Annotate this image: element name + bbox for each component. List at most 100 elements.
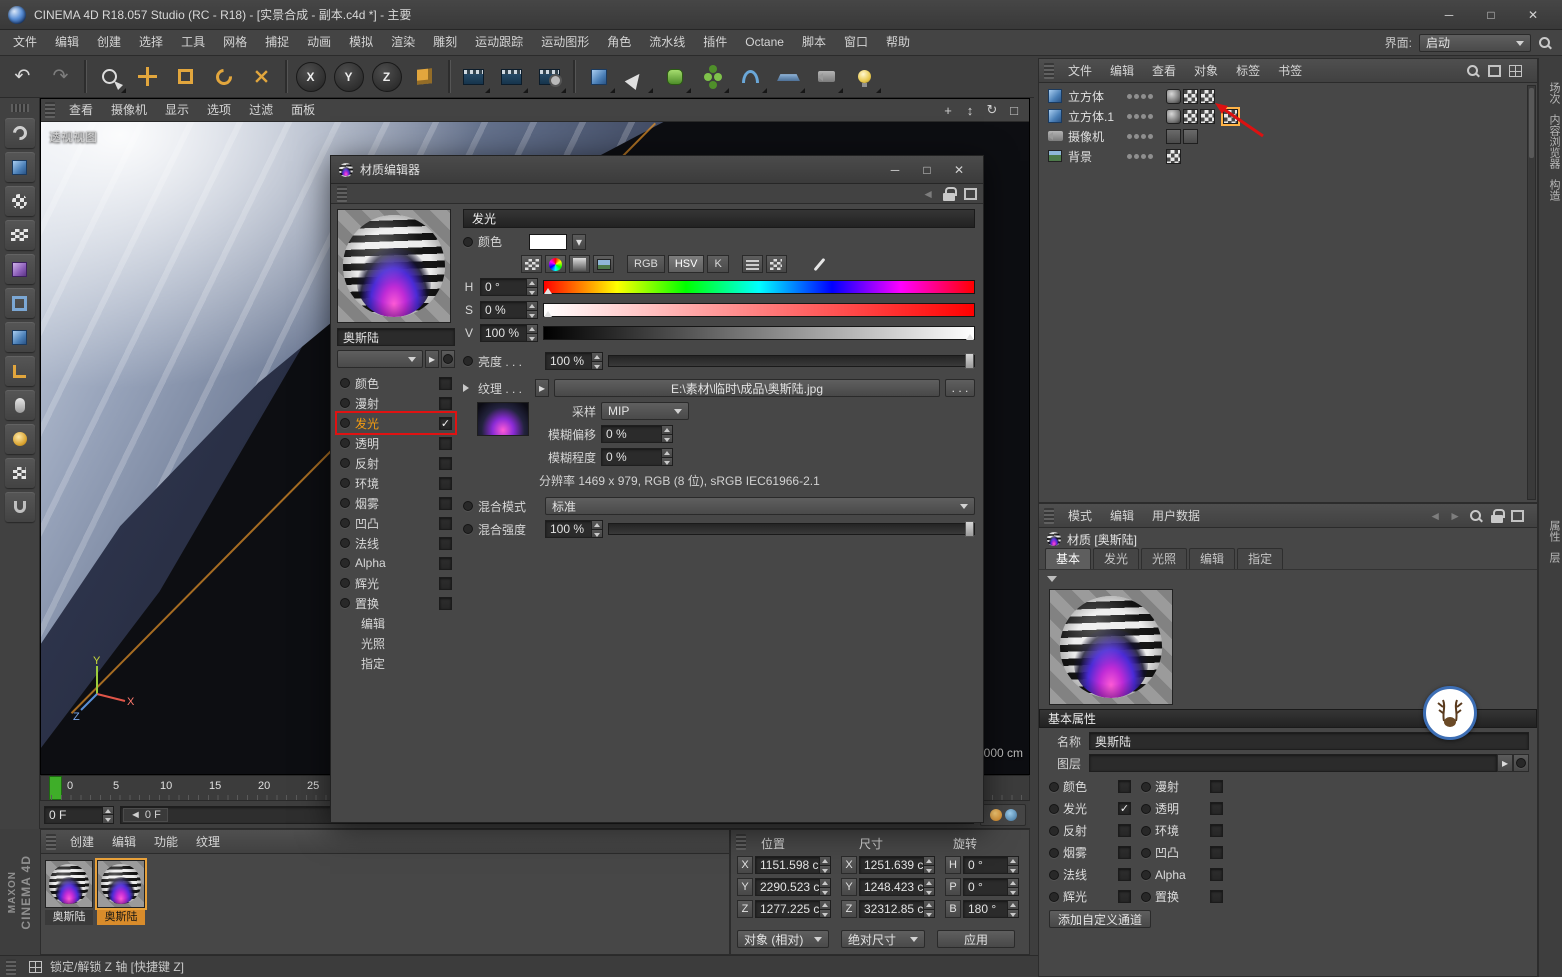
last-tool-button[interactable]	[243, 58, 280, 95]
channel-editor-page[interactable]: 编辑	[337, 613, 455, 633]
texture-tag[interactable]	[1166, 148, 1181, 164]
menu-select[interactable]: 选择	[130, 30, 172, 55]
channel-row-displacement[interactable]: 置换	[337, 593, 455, 613]
maximize-view-icon[interactable]: □	[1003, 101, 1025, 120]
channel-checkbox[interactable]	[439, 536, 452, 550]
expand-arrow-icon[interactable]	[463, 384, 473, 392]
gray-mode-icon[interactable]	[569, 255, 590, 273]
render-picture-viewer-button[interactable]	[493, 58, 530, 95]
material-item[interactable]: 奥斯陆	[45, 860, 93, 925]
panel-grip[interactable]	[1044, 62, 1054, 79]
floor-button[interactable]	[770, 58, 807, 95]
rotation-p-field[interactable]: 0 °	[963, 878, 1019, 896]
position-z-field[interactable]: 1277.225 cm	[755, 900, 831, 918]
phong-tag[interactable]	[1166, 108, 1181, 124]
size-y-field[interactable]: 1248.423 cm	[859, 878, 935, 896]
material-menu-edit[interactable]: 编辑	[103, 830, 145, 854]
history-back-icon[interactable]: ◄	[1429, 509, 1441, 523]
mixer-icon[interactable]	[741, 255, 763, 273]
channel-fog[interactable]: 烟雾	[1049, 844, 1131, 861]
channel-glow[interactable]: 辉光	[1049, 888, 1131, 905]
dock-tab-structure[interactable]: 构造	[1539, 179, 1562, 201]
material-thumbnail[interactable]	[45, 860, 93, 908]
channel-row-fog[interactable]: 烟雾	[337, 493, 455, 513]
object-row-cube[interactable]: 立方体	[1039, 86, 1537, 106]
channel-checkbox[interactable]	[439, 396, 452, 410]
subdivision-surface-button[interactable]	[656, 58, 693, 95]
channel-row-environment[interactable]: 环境	[337, 473, 455, 493]
close-button[interactable]: ✕	[1512, 2, 1554, 28]
move-button[interactable]	[129, 58, 166, 95]
rgb-button[interactable]: RGB	[627, 255, 665, 273]
channel-luminance[interactable]: 发光 ✓	[1049, 800, 1131, 817]
tab-luminance[interactable]: 发光	[1093, 548, 1140, 569]
channel-normal[interactable]: 法线	[1049, 866, 1131, 883]
channel-alpha[interactable]: Alpha	[1141, 866, 1223, 883]
anim-dot[interactable]	[463, 501, 473, 511]
layer-menu-button[interactable]: ▸	[1497, 754, 1513, 772]
channel-checkbox[interactable]	[439, 576, 452, 590]
lock-z-button[interactable]: Z	[368, 58, 405, 95]
checker-mode-icon[interactable]	[521, 255, 542, 273]
channel-row-reflectance[interactable]: 反射	[337, 453, 455, 473]
channel-checkbox[interactable]	[1210, 780, 1223, 793]
menu-file[interactable]: 文件	[4, 30, 46, 55]
scale-button[interactable]	[167, 58, 204, 95]
object-row-camera[interactable]: 摄像机	[1039, 126, 1537, 146]
history-forward-icon[interactable]: ►	[1449, 509, 1461, 523]
object-row-cube1[interactable]: 立方体.1	[1039, 106, 1537, 126]
menu-render[interactable]: 渲染	[382, 30, 424, 55]
dialog-close-button[interactable]: ✕	[943, 159, 975, 181]
mix-strength-field[interactable]: 100 %	[545, 520, 603, 538]
tab-basic[interactable]: 基本	[1045, 548, 1092, 569]
quantize-button[interactable]	[4, 492, 35, 522]
object-menu-bookmarks[interactable]: 书签	[1269, 59, 1311, 83]
undo-button[interactable]: ↶	[4, 58, 41, 95]
menu-mesh[interactable]: 网格	[214, 30, 256, 55]
panel-window-icon[interactable]	[964, 187, 977, 200]
menu-snap[interactable]: 捕捉	[256, 30, 298, 55]
channel-environment[interactable]: 环境	[1141, 822, 1223, 839]
dock-tab-attributes[interactable]: 属性	[1539, 520, 1562, 542]
search-icon[interactable]	[1538, 36, 1552, 50]
channel-row-diffusion[interactable]: 漫射	[337, 393, 455, 413]
workplane-lock-button[interactable]	[4, 458, 35, 488]
object-row-background[interactable]: 背景	[1039, 146, 1537, 166]
model-mode-button[interactable]	[4, 152, 35, 182]
dock-tab-content-browser[interactable]: 内容浏览器	[1539, 114, 1562, 169]
viewport-menu-filter[interactable]: 过滤	[240, 99, 282, 121]
dialog-titlebar[interactable]: 材质编辑器 ─ □ ✕	[331, 156, 983, 184]
menu-mograph[interactable]: 运动图形	[532, 30, 598, 55]
record-key-icon[interactable]	[989, 808, 1002, 821]
tab-editor[interactable]: 编辑	[1189, 548, 1236, 569]
nav-back-icon[interactable]: ◄	[922, 187, 934, 201]
axis-mode-button[interactable]	[4, 356, 35, 386]
position-x-field[interactable]: 1151.598 cm	[755, 856, 831, 874]
channel-row-alpha[interactable]: Alpha	[337, 553, 455, 573]
viewport-menu-display[interactable]: 显示	[156, 99, 198, 121]
viewport-menu-panel[interactable]: 面板	[282, 99, 324, 121]
channel-row-bump[interactable]: 凹凸	[337, 513, 455, 533]
rotation-b-field[interactable]: 180 °	[963, 900, 1019, 918]
layer-field[interactable]	[1089, 754, 1497, 772]
attribute-menu-userdata[interactable]: 用户数据	[1143, 504, 1209, 528]
object-scrollbar[interactable]	[1527, 85, 1536, 500]
collapse-arrow-icon[interactable]	[1047, 576, 1057, 587]
material-menu-texture[interactable]: 纹理	[187, 830, 229, 854]
material-name-label[interactable]: 奥斯陆	[45, 910, 93, 925]
search-icon[interactable]	[1466, 64, 1480, 78]
motion-tag[interactable]	[1183, 128, 1198, 144]
menu-edit[interactable]: 编辑	[46, 30, 88, 55]
channel-checkbox[interactable]	[1118, 890, 1131, 903]
menu-pipeline[interactable]: 流水线	[640, 30, 694, 55]
material-item[interactable]: 奥斯陆	[95, 858, 147, 925]
object-menu-view[interactable]: 查看	[1143, 59, 1185, 83]
snap-button[interactable]	[4, 424, 35, 454]
points-mode-button[interactable]	[4, 254, 35, 284]
material-thumbnail-selected[interactable]	[95, 858, 147, 910]
viewport-menu-options[interactable]: 选项	[198, 99, 240, 121]
frame-stepper[interactable]	[102, 806, 113, 823]
orbit-view-icon[interactable]: ↻	[981, 101, 1003, 120]
channel-checkbox[interactable]	[439, 496, 452, 510]
lock-y-button[interactable]: Y	[330, 58, 367, 95]
